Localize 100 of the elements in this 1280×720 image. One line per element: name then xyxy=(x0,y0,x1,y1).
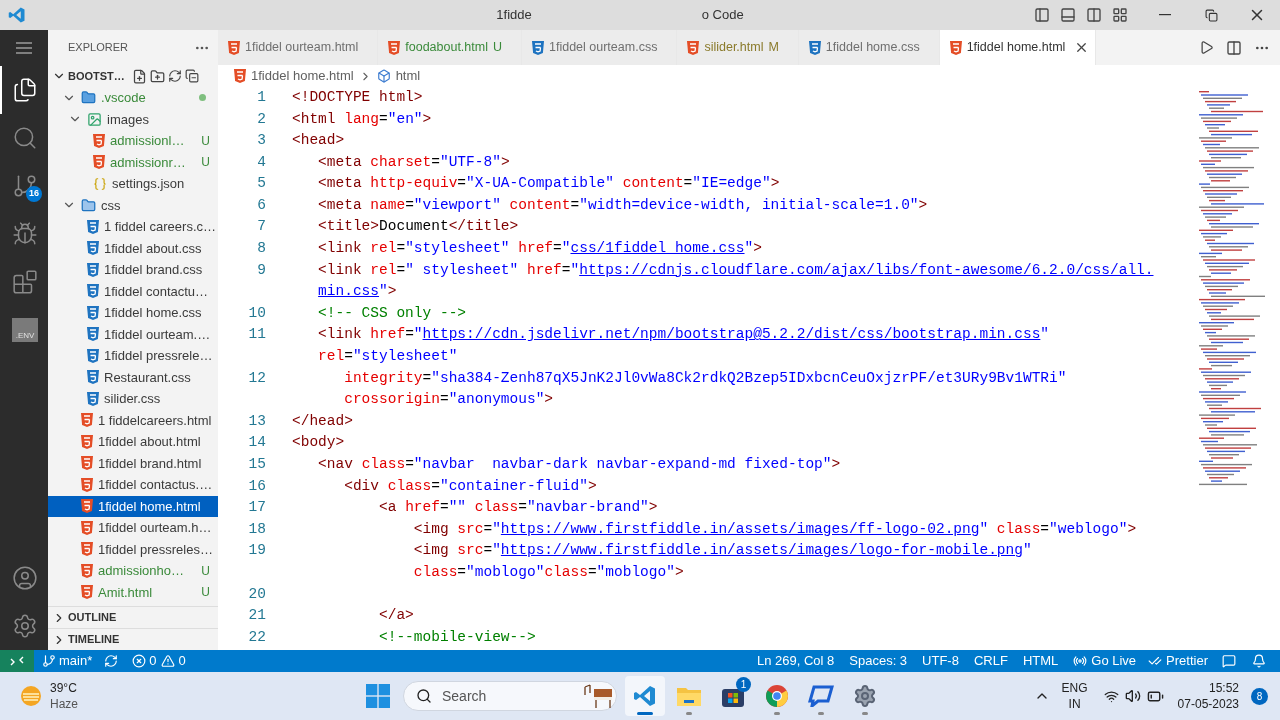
file-item[interactable]: 1fiddel contactus.… xyxy=(48,474,218,496)
line-number: 11 xyxy=(248,326,266,343)
code-line: <img src="https://www.firstfiddle.in/assets/images/logo-for-mobile.png" xyxy=(412,541,1032,561)
code-line: <link rel="stylesheet" href="css/1fiddel home.css"> xyxy=(317,239,762,259)
file-item[interactable]: 1fiddel ourteam.… xyxy=(48,323,218,345)
branch-label: main* xyxy=(59,652,93,671)
code-line: <a href="" class="navbar-brand"> xyxy=(378,498,658,518)
code-line: <!--mobile-view--> xyxy=(378,627,536,647)
editor-tab[interactable]: 1fiddel home.css xyxy=(798,30,940,65)
editor-tab[interactable]: 1fiddel home.html xyxy=(939,30,1097,65)
weather-condition: Haze xyxy=(50,696,78,712)
file-item[interactable]: 1fiddel home.html xyxy=(48,495,218,517)
line-number: 22 xyxy=(248,628,266,645)
line-number: 2 xyxy=(257,110,266,127)
status-item[interactable]: Spaces: 3 xyxy=(849,651,908,671)
file-item[interactable]: 1fiddel brand.html xyxy=(48,452,218,474)
panel-label: OUTLINE xyxy=(68,610,117,626)
file-item[interactable]: 1fiddel pressreles… xyxy=(48,538,218,560)
breadcrumb-item[interactable]: html xyxy=(395,66,421,86)
search-field[interactable]: Search xyxy=(403,681,617,711)
activity-item[interactable]: 16 xyxy=(0,162,48,210)
file-item[interactable]: 1fiddel home.css xyxy=(48,302,218,324)
file-item[interactable]: 1 fiddelcareers.html xyxy=(48,409,218,431)
panel-header[interactable]: OUTLINE xyxy=(48,606,218,628)
status-item[interactable]: HTML xyxy=(1022,651,1059,671)
code-line: <!-- CSS only --> xyxy=(317,303,467,323)
code-line: <title>Document</title> xyxy=(317,217,519,237)
line-number: 21 xyxy=(248,607,266,624)
sidebar-title: EXPLORER xyxy=(68,40,128,56)
folder-item[interactable]: css xyxy=(48,194,218,216)
line-number: 18 xyxy=(248,520,266,537)
clock[interactable]: 15:52 07-05-2023 xyxy=(1177,680,1239,712)
problems-button[interactable]: 0 0 xyxy=(132,651,186,671)
line-number: 8 xyxy=(257,240,266,257)
code-line: <div class="container-fluid"> xyxy=(343,476,597,496)
status-item[interactable]: Ln 269, Col 8 xyxy=(756,651,835,671)
line-number: 9 xyxy=(257,261,266,278)
file-item[interactable]: 1fiddel pressrele… xyxy=(48,345,218,367)
file-item[interactable]: admissionho… U xyxy=(48,560,218,582)
line-number: 4 xyxy=(257,153,266,170)
line-number: 16 xyxy=(248,477,266,494)
breadcrumb-item[interactable]: 1fiddel home.html xyxy=(251,66,354,86)
code-line: min.css"> xyxy=(317,282,397,302)
workspace-label: BOOTST… xyxy=(68,68,125,84)
code-line: class="moblogo"class="moblogo"> xyxy=(412,563,684,582)
language-indicator[interactable]: ENG IN xyxy=(1061,680,1088,712)
code-line: <img src="https://www.firstfiddle.in/assets/images/ff-logo-02.png" class="weblogo"> xyxy=(412,519,1137,539)
file-item[interactable]: admissionr… U xyxy=(48,151,218,173)
branch-button[interactable]: main* xyxy=(42,651,93,671)
date: 07-05-2023 xyxy=(1177,696,1239,712)
editor-tab[interactable]: 1fiddel ourteam.css xyxy=(522,30,678,65)
panel-label: TIMELINE xyxy=(68,632,120,648)
window-title: o Code xyxy=(701,6,744,25)
line-number: 19 xyxy=(248,542,266,559)
code-line: <link rel=" stylesheet" href="https://cdnjs.cloudflare.com/ajax/libs/font-awesome/6.2.0/css/all. xyxy=(317,260,1154,280)
taskbar-app[interactable]: 1 xyxy=(713,676,753,716)
file-item[interactable]: silider.css xyxy=(48,388,218,410)
file-item[interactable]: 1fiddel ourteam.h… xyxy=(48,517,218,539)
line-number: 13 xyxy=(248,412,266,429)
file-item[interactable]: Amit.html U xyxy=(48,581,218,603)
line-number: 15 xyxy=(248,456,266,472)
code-line: <body> xyxy=(292,433,345,453)
line-number: 3 xyxy=(257,132,266,149)
prettier-label: Prettier xyxy=(1166,652,1208,671)
line-number: 17 xyxy=(248,499,266,516)
language-code: ENG xyxy=(1061,680,1088,696)
file-item[interactable]: 1 fiddel careers.c… xyxy=(48,216,218,238)
file-item[interactable]: admissionl… U xyxy=(48,130,218,152)
file-item[interactable]: settings.json xyxy=(48,173,218,195)
code-line: <html lang="en"> xyxy=(292,109,432,129)
file-item[interactable]: Restaurant.css xyxy=(48,366,218,388)
workspace-header[interactable]: BOOTST… xyxy=(52,67,125,85)
folder-item[interactable]: images xyxy=(48,108,218,130)
file-item[interactable]: 1fiddel brand.css xyxy=(48,259,218,281)
code-line: rel="stylesheet" xyxy=(317,347,458,367)
status-item[interactable]: CRLF xyxy=(973,651,1008,671)
file-item[interactable]: 1fiddel about.css xyxy=(48,237,218,259)
go-live-label: Go Live xyxy=(1091,652,1137,671)
weather-widget[interactable]: 39°C Haze xyxy=(20,680,350,712)
editor-tab[interactable]: silider.html M xyxy=(677,30,799,65)
editor-tab[interactable]: 1fiddel ourteam.html xyxy=(218,30,379,65)
line-number: 6 xyxy=(257,196,266,213)
code-line: <!DOCTYPE html> xyxy=(292,87,423,107)
file-item[interactable]: 1fiddel contactu… xyxy=(48,280,218,302)
code-line: <link href="https://cdn.jsdelivr.net/npm/bootstrap@5.2.2/dist/css/bootstrap.min.css" xyxy=(317,325,1050,345)
window-title: 1fidde xyxy=(496,6,532,25)
prettier-button[interactable]: Prettier xyxy=(1148,651,1208,671)
count-badge: 16 xyxy=(26,186,42,202)
code-line: integrity="sha384-Zenh87qX5JnK2Jl0vWa8Ck2rdkQ2Bzep5IDxbcnCeuOxjzrPF/et3URy9Bv1WTRi" xyxy=(343,368,1067,388)
line-number: 1 xyxy=(257,88,266,105)
line-number: 20 xyxy=(248,585,266,602)
go-live-button[interactable]: Go Live xyxy=(1073,651,1137,671)
error-count: 0 xyxy=(149,652,157,671)
editor-tab[interactable]: foodabout.html U xyxy=(378,30,522,65)
notification-badge[interactable]: 8 xyxy=(1251,687,1268,705)
file-item[interactable]: 1fiddel about.html xyxy=(48,431,218,453)
status-item[interactable]: UTF-8 xyxy=(922,651,959,671)
code-line: <meta name="viewport" content="width=device-width, initial-scale=1.0"> xyxy=(317,195,928,215)
line-number: 14 xyxy=(248,434,266,451)
folder-item[interactable]: .vscode xyxy=(48,87,218,109)
